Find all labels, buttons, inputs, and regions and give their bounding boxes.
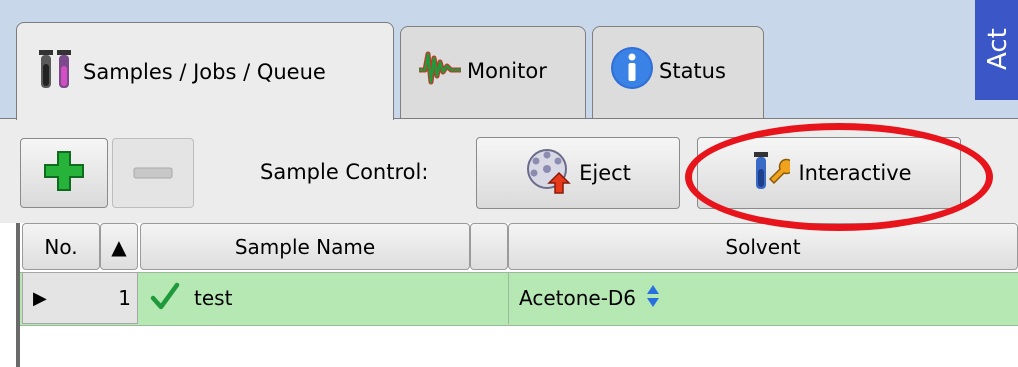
tab-status-label: Status [659, 58, 726, 83]
tab-monitor[interactable]: Monitor [400, 26, 586, 122]
row-number-cell[interactable]: ▶ 1 [22, 272, 138, 324]
test-tubes-icon [33, 46, 79, 97]
tab-samples-jobs-queue[interactable]: Samples / Jobs / Queue [16, 22, 394, 120]
sample-name-cell[interactable]: test [140, 272, 470, 324]
row-selector-icon: ▶ [33, 287, 47, 309]
column-header-no-label: No. [44, 234, 78, 259]
side-panel-tab[interactable]: Act [975, 0, 1018, 100]
plus-icon [42, 149, 86, 198]
eject-icon [525, 147, 573, 200]
eject-button[interactable]: Eject [476, 137, 680, 209]
tab-samples-label: Samples / Jobs / Queue [83, 59, 326, 84]
app-window: Act Samples / Jobs / Queue Monitor Statu… [0, 0, 1018, 367]
interactive-button[interactable]: Interactive [697, 137, 961, 209]
sample-name-value: test [194, 286, 233, 310]
sort-ascending-icon[interactable]: ▲ [100, 223, 138, 270]
solvent-cell[interactable]: Acetone-D6 [508, 272, 1018, 324]
add-sample-button[interactable] [20, 138, 108, 208]
column-header-no[interactable]: No. [22, 223, 100, 270]
column-header-sample-name[interactable]: Sample Name [140, 223, 470, 270]
solvent-value: Acetone-D6 [519, 286, 637, 310]
tab-monitor-label: Monitor [467, 58, 547, 83]
waveform-icon [417, 48, 463, 93]
checkmark-icon [150, 281, 180, 316]
remove-sample-button[interactable] [112, 138, 194, 208]
eject-label: Eject [579, 161, 631, 185]
column-header-solvent-label: Solvent [725, 234, 801, 259]
side-panel-label: Act [983, 28, 1013, 70]
column-header-spacer[interactable] [470, 223, 508, 270]
row-number: 1 [118, 286, 131, 310]
sample-control-label: Sample Control: [260, 160, 429, 184]
tab-status[interactable]: Status [592, 26, 764, 122]
sort-arrow-label: ▲ [111, 234, 127, 259]
wrench-tube-icon [746, 149, 795, 198]
info-icon [609, 45, 655, 96]
column-header-sample-name-label: Sample Name [234, 234, 376, 259]
interactive-label: Interactive [798, 161, 912, 185]
minus-icon [133, 161, 173, 185]
spinner-arrows-icon[interactable] [646, 284, 660, 313]
column-header-solvent[interactable]: Solvent [508, 223, 1018, 270]
